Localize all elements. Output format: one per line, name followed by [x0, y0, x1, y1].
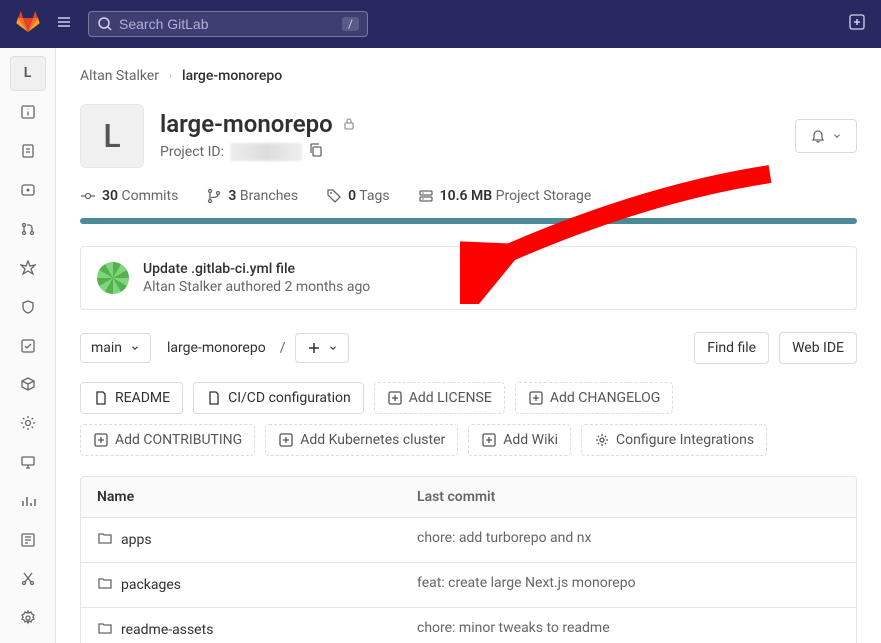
- sidebar-monitor-icon[interactable]: [10, 445, 46, 480]
- sidebar-snippets-icon[interactable]: [10, 561, 46, 596]
- find-file-button[interactable]: Find file: [694, 332, 769, 364]
- project-title: large-monorepo: [160, 110, 357, 138]
- slash-hint: /: [342, 17, 359, 31]
- search-icon: [97, 16, 113, 32]
- chip-cicd[interactable]: CI/CD configuration: [193, 382, 364, 414]
- sidebar-infrastructure-icon[interactable]: [10, 406, 46, 441]
- commit-author-avatar: [97, 262, 129, 294]
- chip-add-contributing[interactable]: Add CONTRIBUTING: [80, 424, 255, 456]
- main-content: Altan Stalker › large-monorepo L large-m…: [56, 48, 881, 643]
- folder-icon: [97, 620, 113, 640]
- sidebar-cicd-icon[interactable]: [10, 250, 46, 285]
- plus-square-icon: [528, 390, 544, 406]
- breadcrumb: Altan Stalker › large-monorepo: [80, 68, 857, 84]
- web-ide-button[interactable]: Web IDE: [779, 332, 857, 364]
- folder-icon: [97, 575, 113, 595]
- plus-square-icon: [387, 390, 403, 406]
- quick-chips: README CI/CD configuration Add LICENSE A…: [80, 382, 857, 456]
- gear-icon: [594, 432, 610, 448]
- copy-id-button[interactable]: [308, 142, 324, 162]
- plus-icon: [306, 340, 322, 356]
- menu-icon[interactable]: [52, 10, 76, 38]
- folder-icon: [97, 530, 113, 550]
- project-id-redacted: [230, 143, 302, 161]
- sidebar-issues-icon[interactable]: [10, 173, 46, 208]
- controls-row: main large-monorepo / Find file Web IDE: [80, 332, 857, 364]
- project-header: L large-monorepo Project ID:: [80, 104, 857, 168]
- chevron-right-icon: ›: [169, 71, 172, 82]
- chip-readme[interactable]: README: [80, 382, 183, 414]
- path-separator: /: [280, 340, 286, 356]
- file-name: readme-assets: [121, 622, 213, 638]
- file-name: packages: [121, 577, 181, 593]
- new-icon[interactable]: [849, 14, 865, 34]
- notifications-button[interactable]: [795, 119, 857, 153]
- bell-icon: [810, 128, 826, 144]
- file-name: apps: [121, 532, 152, 548]
- sidebar-merge-requests-icon[interactable]: [10, 212, 46, 247]
- plus-square-icon: [93, 432, 109, 448]
- add-file-button[interactable]: [295, 333, 349, 363]
- stat-commits[interactable]: 30 Commits: [80, 188, 178, 204]
- chip-configure-integrations[interactable]: Configure Integrations: [581, 424, 767, 456]
- chip-add-changelog[interactable]: Add CHANGELOG: [515, 382, 674, 414]
- storage-icon: [418, 188, 434, 204]
- commit-title: Update .gitlab-ci.yml file: [143, 261, 370, 277]
- sidebar-settings-icon[interactable]: [10, 600, 46, 635]
- chip-add-license[interactable]: Add LICENSE: [374, 382, 505, 414]
- chevron-down-icon: [832, 128, 842, 144]
- search-input[interactable]: [119, 16, 336, 32]
- sidebar-security-icon[interactable]: [10, 289, 46, 324]
- file-commit-msg: chore: add turborepo and nx: [401, 518, 856, 562]
- annotation-arrow: [460, 164, 800, 304]
- sidebar-deployments-icon[interactable]: [10, 328, 46, 363]
- lock-icon: [341, 110, 357, 138]
- col-commit-header: Last commit: [401, 477, 856, 517]
- plus-square-icon: [278, 432, 294, 448]
- tag-icon: [326, 188, 342, 204]
- file-commit-msg: chore: minor tweaks to readme: [401, 608, 856, 643]
- file-commit-msg: feat: create large Next.js monorepo: [401, 563, 856, 607]
- project-id-label: Project ID:: [160, 144, 224, 160]
- sidebar-analytics-icon[interactable]: [10, 484, 46, 519]
- project-avatar: L: [80, 104, 144, 168]
- breadcrumb-owner[interactable]: Altan Stalker: [80, 68, 159, 84]
- document-icon: [93, 390, 109, 406]
- stat-tags[interactable]: 0 Tags: [326, 188, 390, 204]
- search-box[interactable]: /: [88, 11, 368, 37]
- breadcrumb-project[interactable]: large-monorepo: [182, 68, 282, 84]
- sidebar-project-badge[interactable]: L: [10, 56, 46, 91]
- sidebar-wiki-icon[interactable]: [10, 522, 46, 557]
- sidebar-repository-icon[interactable]: [10, 134, 46, 169]
- chip-add-wiki[interactable]: Add Wiki: [468, 424, 571, 456]
- sidebar-packages-icon[interactable]: [10, 367, 46, 402]
- table-row[interactable]: packages feat: create large Next.js mono…: [81, 563, 856, 608]
- table-row[interactable]: apps chore: add turborepo and nx: [81, 518, 856, 563]
- files-table: Name Last commit apps chore: add turbore…: [80, 476, 857, 643]
- gitlab-logo[interactable]: [16, 10, 40, 38]
- sidebar: L: [0, 48, 56, 643]
- path-segment[interactable]: large-monorepo: [167, 340, 266, 356]
- commit-icon: [80, 188, 96, 204]
- commit-meta: Altan Stalker authored 2 months ago: [143, 279, 370, 295]
- plus-square-icon: [481, 432, 497, 448]
- chip-add-k8s[interactable]: Add Kubernetes cluster: [265, 424, 458, 456]
- chevron-down-icon: [130, 343, 140, 353]
- table-row[interactable]: readme-assets chore: minor tweaks to rea…: [81, 608, 856, 643]
- branch-select[interactable]: main: [80, 333, 151, 363]
- branch-icon: [206, 188, 222, 204]
- chevron-down-icon: [328, 343, 338, 353]
- stat-branches[interactable]: 3 Branches: [206, 188, 298, 204]
- document-icon: [206, 390, 222, 406]
- col-name-header: Name: [81, 477, 401, 517]
- sidebar-project-info-icon[interactable]: [10, 95, 46, 130]
